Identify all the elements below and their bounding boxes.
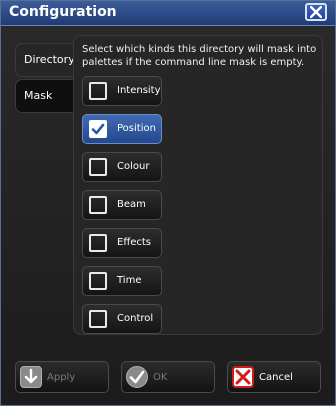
checkbox-label: Beam [117,199,146,210]
checkbox-control[interactable]: Control [82,304,162,334]
checkmark-icon [91,123,105,135]
tab-mask[interactable]: Mask [15,79,75,113]
ok-label: OK [153,372,168,383]
checkbox-colour[interactable]: Colour [82,152,162,182]
title-bar[interactable]: Configuration [1,1,335,26]
checkbox-intensity[interactable]: Intensity [82,76,162,106]
close-icon [310,6,322,18]
checkbox-box [89,234,107,252]
checkbox-time[interactable]: Time [82,266,162,296]
configuration-window: Configuration Directory Mask Select whic… [0,0,336,406]
checkbox-effects[interactable]: Effects [82,228,162,258]
checkbox-label: Intensity [117,85,161,96]
checkbox-box [89,158,107,176]
cancel-button[interactable]: Cancel [227,361,321,393]
mask-description: Select which kinds this directory will m… [82,44,317,68]
window-title: Configuration [9,4,117,20]
check-icon [126,366,148,388]
checkbox-label: Time [117,275,142,286]
checkbox-beam[interactable]: Beam [82,190,162,220]
checkbox-label: Effects [117,237,151,248]
apply-button[interactable]: Apply [15,361,109,393]
tab-list: Directory Mask [15,43,75,115]
checkbox-label: Position [117,123,156,134]
checkbox-label: Control [117,313,154,324]
cancel-label: Cancel [259,372,293,383]
tab-directory[interactable]: Directory [15,43,75,77]
cancel-x-icon [232,366,254,388]
checkbox-box [89,120,107,138]
down-arrow-icon [20,366,42,388]
checkbox-label: Colour [117,161,150,172]
checkbox-box [89,272,107,290]
mask-option-list: Intensity Position Colour Beam Effects T… [82,76,162,342]
checkbox-box [89,196,107,214]
checkbox-box [89,82,107,100]
checkbox-box [89,310,107,328]
checkbox-position[interactable]: Position [82,114,162,144]
ok-button[interactable]: OK [121,361,215,393]
close-button[interactable] [305,3,327,21]
directory-panel: Select which kinds this directory will m… [73,35,323,335]
apply-label: Apply [47,372,76,383]
